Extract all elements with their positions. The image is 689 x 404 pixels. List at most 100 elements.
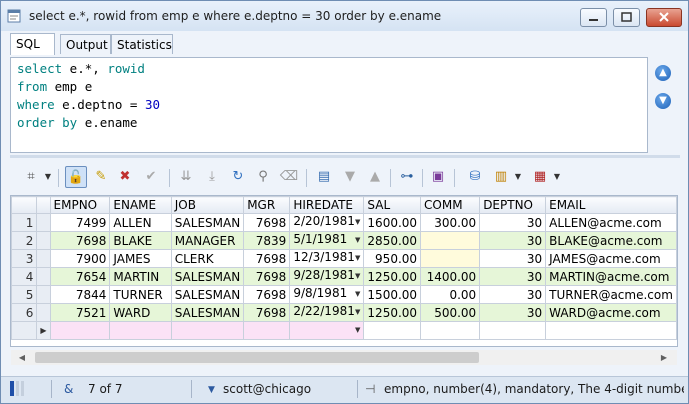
- scrollbar-thumb[interactable]: [35, 352, 479, 363]
- cell-hiredate[interactable]: 2/20/1981 ▼: [289, 213, 365, 232]
- cell-mgr[interactable]: [243, 321, 291, 340]
- connection-name[interactable]: scott@chicago: [223, 382, 311, 396]
- row-number[interactable]: 1: [11, 213, 38, 232]
- cell-email[interactable]: WARD@acme.com: [545, 303, 677, 322]
- dropdown-arrow-icon[interactable]: ▼: [355, 233, 360, 249]
- tab-output[interactable]: Output: [60, 34, 111, 54]
- cell-mgr[interactable]: 7698: [243, 267, 291, 286]
- cell-mgr[interactable]: 7698: [243, 303, 291, 322]
- splitter[interactable]: [10, 155, 680, 158]
- record-view-button[interactable]: ⊶: [396, 166, 418, 188]
- previous-statement-button[interactable]: ▲: [655, 65, 671, 81]
- title-bar[interactable]: select e.*, rowid from emp e where e.dep…: [1, 1, 688, 31]
- cell-sal[interactable]: 1250.00: [363, 303, 422, 322]
- cell-email[interactable]: JAMES@acme.com: [545, 249, 677, 268]
- row-number[interactable]: [11, 321, 38, 340]
- new-record-row[interactable]: ▶ ▼: [11, 321, 677, 340]
- edit-data-toggle[interactable]: 🔓: [65, 166, 87, 188]
- cell-sal[interactable]: 1600.00: [363, 213, 422, 232]
- scroll-right-icon[interactable]: ▶: [657, 351, 671, 364]
- scroll-left-icon[interactable]: ◀: [15, 351, 29, 364]
- cell-hiredate[interactable]: 9/28/1981 ▼: [289, 267, 365, 286]
- dropdown-arrow-icon[interactable]: ▼: [355, 287, 360, 303]
- cell-sal[interactable]: 2850.00: [363, 231, 422, 250]
- row-number[interactable]: 6: [11, 303, 38, 322]
- delete-record-button[interactable]: ✖: [114, 166, 136, 188]
- cell-sal[interactable]: 1500.00: [363, 285, 422, 304]
- row-indicator[interactable]: [36, 231, 51, 250]
- table-row[interactable]: 2 7698 BLAKE MANAGER 7839 5/1/1981 ▼ 2850…: [11, 231, 677, 250]
- column-header-empno[interactable]: EMPNO: [49, 196, 111, 214]
- cell-empno[interactable]: [49, 321, 111, 340]
- cell-comm[interactable]: 1400.00: [420, 267, 481, 286]
- connection-dropdown-icon[interactable]: ▼: [208, 385, 215, 395]
- tab-statistics[interactable]: Statistics: [111, 34, 173, 54]
- column-header-comm[interactable]: COMM: [420, 196, 481, 214]
- row-number[interactable]: 5: [11, 285, 38, 304]
- sort-descending-button[interactable]: ▼: [339, 166, 361, 188]
- current-row-indicator-icon[interactable]: ▶: [36, 321, 51, 340]
- cell-job[interactable]: SALESMAN: [170, 285, 245, 304]
- dropdown-arrow-icon[interactable]: ▼: [355, 215, 360, 231]
- cell-ename[interactable]: JAMES: [109, 249, 172, 268]
- cell-job[interactable]: SALESMAN: [170, 213, 245, 232]
- cell-email[interactable]: MARTIN@acme.com: [545, 267, 677, 286]
- cell-empno[interactable]: 7844: [49, 285, 111, 304]
- refresh-button[interactable]: ↻: [227, 166, 249, 188]
- table-row[interactable]: 3 7900 JAMES CLERK 7698 12/3/1981 ▼ 950.0…: [11, 249, 677, 268]
- cell-deptno[interactable]: 30: [479, 267, 547, 286]
- sort-ascending-button[interactable]: ▲: [364, 166, 386, 188]
- sql-editor[interactable]: select e.*, rowid from emp e where e.dep…: [10, 57, 648, 153]
- fetch-last-button[interactable]: ⤓: [201, 166, 223, 188]
- cell-deptno[interactable]: 30: [479, 213, 547, 232]
- cell-mgr[interactable]: 7698: [243, 285, 291, 304]
- cell-comm[interactable]: 300.00: [420, 213, 481, 232]
- cell-job[interactable]: SALESMAN: [170, 267, 245, 286]
- dropdown-arrow-icon[interactable]: ▼: [355, 269, 360, 285]
- maximize-button[interactable]: [613, 8, 640, 27]
- cell-hiredate[interactable]: 12/3/1981 ▼: [289, 249, 365, 268]
- cell-job[interactable]: SALESMAN: [170, 303, 245, 322]
- close-button[interactable]: [646, 8, 682, 27]
- horizontal-scrollbar[interactable]: ◀ ▶: [11, 350, 677, 365]
- row-number[interactable]: 4: [11, 267, 38, 286]
- column-header-sal[interactable]: SAL: [363, 196, 422, 214]
- row-indicator[interactable]: [36, 285, 51, 304]
- dropdown-arrow-icon[interactable]: ▼: [355, 305, 360, 321]
- cell-comm[interactable]: [420, 249, 481, 268]
- cell-empno[interactable]: 7499: [49, 213, 111, 232]
- query-by-example-button[interactable]: ▤: [313, 166, 335, 188]
- cell-sal[interactable]: 950.00: [363, 249, 422, 268]
- cell-hiredate[interactable]: ▼: [289, 321, 365, 340]
- clear-button[interactable]: ⌫: [278, 166, 300, 188]
- column-header-deptno[interactable]: DEPTNO: [479, 196, 547, 214]
- row-indicator[interactable]: [36, 213, 51, 232]
- cell-ename[interactable]: TURNER: [109, 285, 172, 304]
- cell-hiredate[interactable]: 5/1/1981 ▼: [289, 231, 365, 250]
- post-changes-button[interactable]: ✔: [140, 166, 162, 188]
- tab-sql[interactable]: SQL: [10, 33, 55, 55]
- dropdown-arrow-icon[interactable]: ▼: [355, 251, 360, 267]
- cell-empno[interactable]: 7698: [49, 231, 111, 250]
- fetch-next-button[interactable]: ⇊: [175, 166, 197, 188]
- cell-deptno[interactable]: 30: [479, 231, 547, 250]
- table-row[interactable]: 1 7499 ALLEN SALESMAN 7698 2/20/1981 ▼ 16…: [11, 213, 677, 232]
- column-header-mgr[interactable]: MGR: [243, 196, 291, 214]
- cell-empno[interactable]: 7654: [49, 267, 111, 286]
- cell-deptno[interactable]: 30: [479, 303, 547, 322]
- cell-deptno[interactable]: 30: [479, 249, 547, 268]
- cell-ename[interactable]: ALLEN: [109, 213, 172, 232]
- cell-email[interactable]: BLAKE@acme.com: [545, 231, 677, 250]
- grid-layout-button[interactable]: ▦ ▼: [529, 166, 560, 188]
- cell-ename[interactable]: WARD: [109, 303, 172, 322]
- table-row[interactable]: 6 7521 WARD SALESMAN 7698 2/22/1981 ▼ 125…: [11, 303, 677, 322]
- result-grid[interactable]: EMPNO ENAME JOB MGR HIREDATE SAL COMM DE…: [10, 195, 678, 347]
- cell-ename[interactable]: MARTIN: [109, 267, 172, 286]
- cell-job[interactable]: MANAGER: [170, 231, 245, 250]
- cell-comm[interactable]: [420, 231, 481, 250]
- table-row[interactable]: 5 7844 TURNER SALESMAN 7698 9/8/1981 ▼ 15…: [11, 285, 677, 304]
- column-header-job[interactable]: JOB: [170, 196, 245, 214]
- cell-hiredate[interactable]: 9/8/1981 ▼: [289, 285, 365, 304]
- row-indicator[interactable]: [36, 249, 51, 268]
- find-button[interactable]: ⚲: [252, 166, 274, 188]
